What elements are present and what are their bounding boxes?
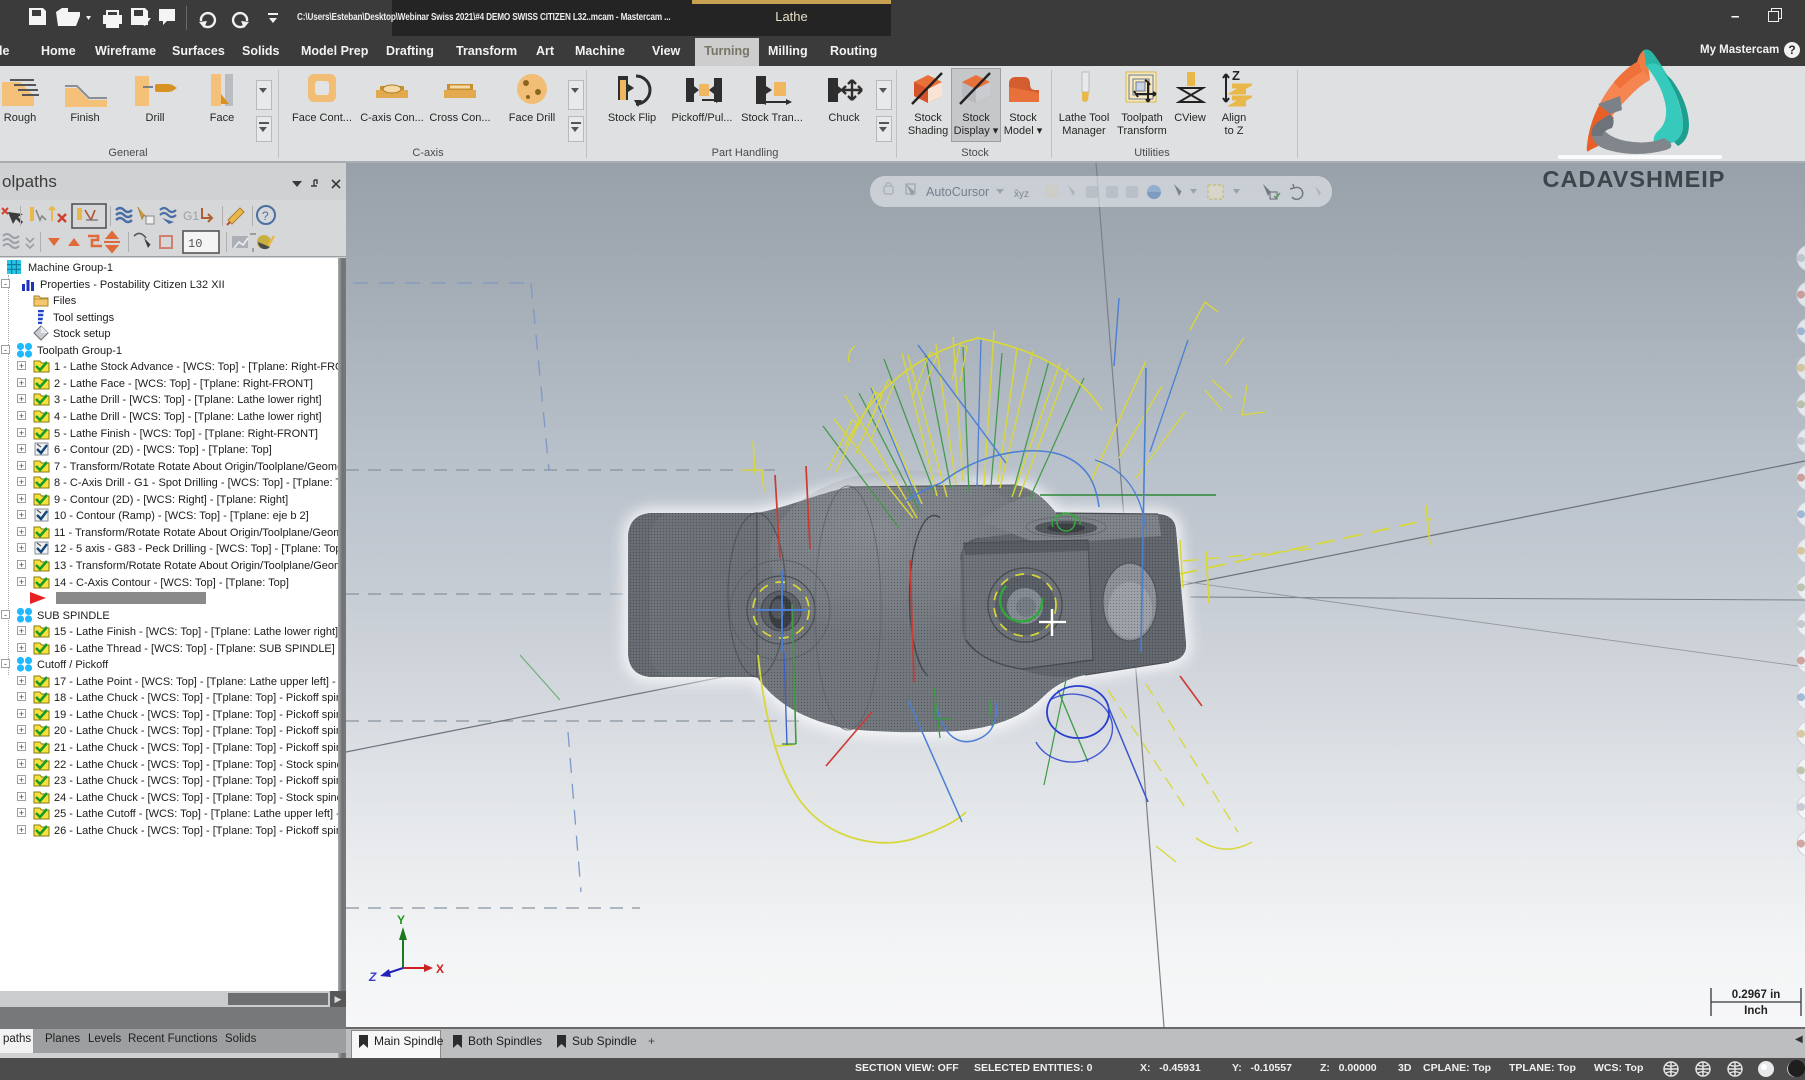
svg-text:X: X: [436, 962, 444, 976]
svg-text:Inch: Inch: [1744, 1005, 1768, 1017]
svg-text:Y: Y: [397, 913, 405, 927]
svg-text:CADAVSHMEIP: CADAVSHMEIP: [1543, 166, 1726, 192]
svg-text:Z: Z: [368, 970, 377, 984]
svg-text:0.2967 in: 0.2967 in: [1732, 989, 1781, 1001]
svg-text:x̂yz: x̂yz: [1014, 188, 1029, 200]
svg-text:Z: Z: [1232, 68, 1240, 83]
svg-text:AutoCursor: AutoCursor: [926, 185, 989, 199]
